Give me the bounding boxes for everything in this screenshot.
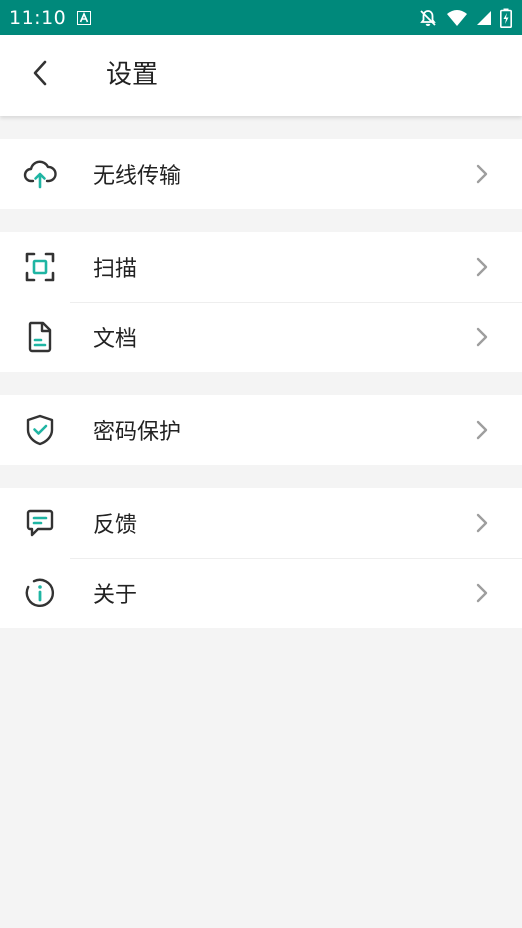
chevron-right-icon (472, 324, 492, 350)
cloud-upload-icon (20, 154, 60, 194)
settings-item-label: 关于 (93, 583, 138, 608)
chevron-right-icon (472, 580, 492, 606)
settings-item-documents[interactable]: 文档 (0, 302, 522, 372)
a-font-icon (76, 10, 92, 26)
signal-icon (476, 10, 492, 26)
info-icon (20, 573, 60, 613)
settings-group-4: 反馈 关于 (0, 488, 522, 628)
settings-item-label: 扫描 (93, 257, 138, 282)
settings-item-scan[interactable]: 扫描 (0, 232, 522, 302)
chevron-right-icon (472, 417, 492, 443)
chevron-left-icon (30, 59, 50, 91)
back-button[interactable] (20, 55, 60, 95)
settings-item-wireless-transfer[interactable]: 无线传输 (0, 139, 522, 209)
status-time: 11:10 (9, 6, 67, 29)
settings-item-password-protection[interactable]: 密码保护 (0, 395, 522, 465)
chevron-right-icon (472, 510, 492, 536)
battery-charging-icon (500, 8, 512, 28)
settings-item-feedback[interactable]: 反馈 (0, 488, 522, 558)
settings-group-1: 无线传输 (0, 139, 522, 209)
wifi-icon (446, 9, 468, 27)
settings-item-label: 反馈 (93, 513, 138, 538)
page-title: 设置 (106, 60, 159, 90)
settings-group-2: 扫描 文档 (0, 232, 522, 372)
status-bar: 11:10 (0, 0, 522, 35)
settings-item-label: 密码保护 (93, 420, 182, 445)
app-bar: 设置 (0, 35, 522, 116)
feedback-icon (20, 503, 60, 543)
document-icon (20, 317, 60, 357)
chevron-right-icon (472, 161, 492, 187)
settings-item-label: 文档 (93, 327, 138, 352)
bell-off-icon (418, 8, 438, 28)
shield-check-icon (20, 410, 60, 450)
chevron-right-icon (472, 254, 492, 280)
settings-item-label: 无线传输 (93, 164, 182, 189)
scan-icon (20, 247, 60, 287)
settings-item-about[interactable]: 关于 (0, 558, 522, 628)
settings-group-3: 密码保护 (0, 395, 522, 465)
